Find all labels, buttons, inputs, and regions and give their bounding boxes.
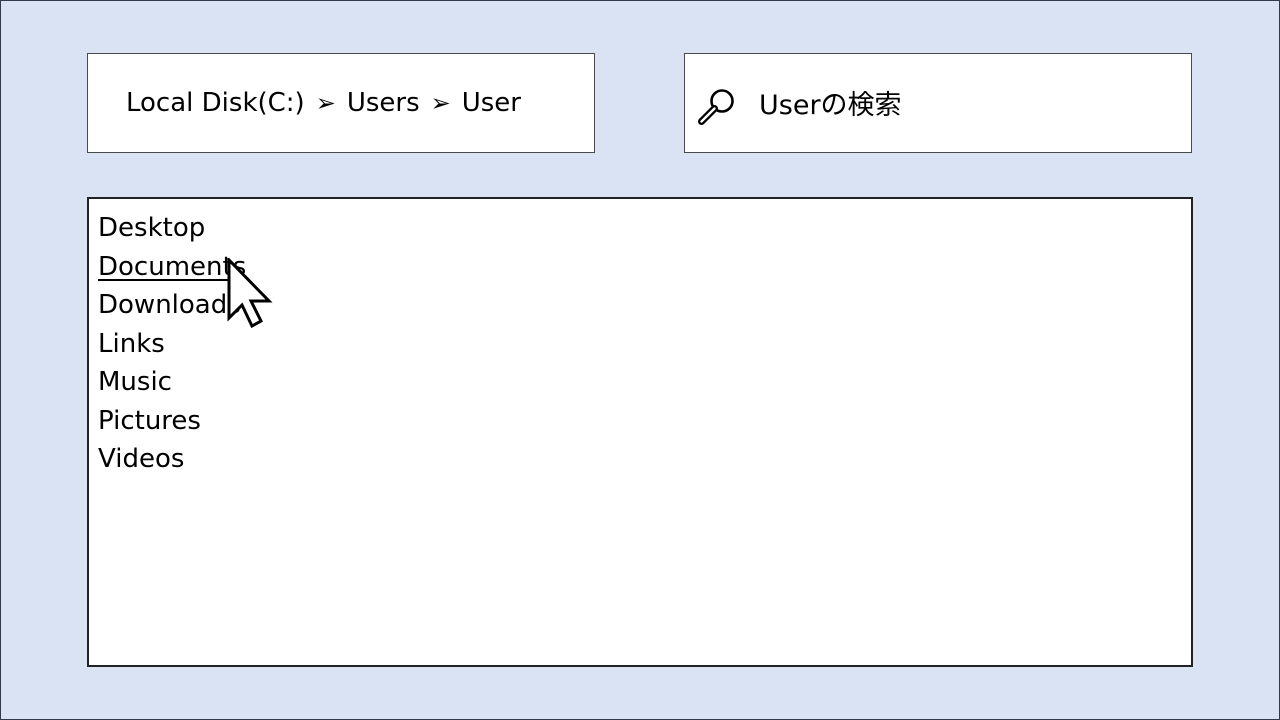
- list-item-downloads[interactable]: Downloads: [98, 286, 1191, 325]
- search-box[interactable]: Userの検索: [684, 53, 1192, 153]
- list-item-label: Documents: [98, 251, 247, 282]
- list-item-music[interactable]: Music: [98, 363, 1191, 402]
- file-list: Desktop Documents Downloads Links Music …: [87, 197, 1193, 667]
- breadcrumb-item-local-disk[interactable]: Local Disk(C:): [126, 88, 305, 118]
- breadcrumb-separator-icon: ➢: [315, 89, 336, 117]
- list-item-videos[interactable]: Videos: [98, 440, 1191, 479]
- breadcrumb[interactable]: Local Disk(C:) ➢ Users ➢ User: [87, 53, 595, 153]
- list-item-desktop[interactable]: Desktop: [98, 209, 1191, 248]
- list-item-label: Desktop: [98, 213, 206, 243]
- list-item-documents[interactable]: Documents: [98, 248, 1191, 287]
- breadcrumb-item-user[interactable]: User: [462, 88, 521, 118]
- search-icon: [698, 89, 734, 125]
- breadcrumb-separator-icon: ➢: [430, 89, 451, 117]
- list-item-label: Videos: [98, 444, 185, 474]
- list-item-label: Pictures: [98, 405, 201, 436]
- list-item-label: Downloads: [98, 290, 241, 320]
- breadcrumb-item-users[interactable]: Users: [347, 88, 420, 118]
- list-item-label: Links: [98, 328, 165, 359]
- search-input[interactable]: Userの検索: [759, 86, 902, 126]
- list-item-links[interactable]: Links: [98, 325, 1191, 364]
- list-item-pictures[interactable]: Pictures: [98, 402, 1191, 441]
- list-item-label: Music: [98, 367, 172, 397]
